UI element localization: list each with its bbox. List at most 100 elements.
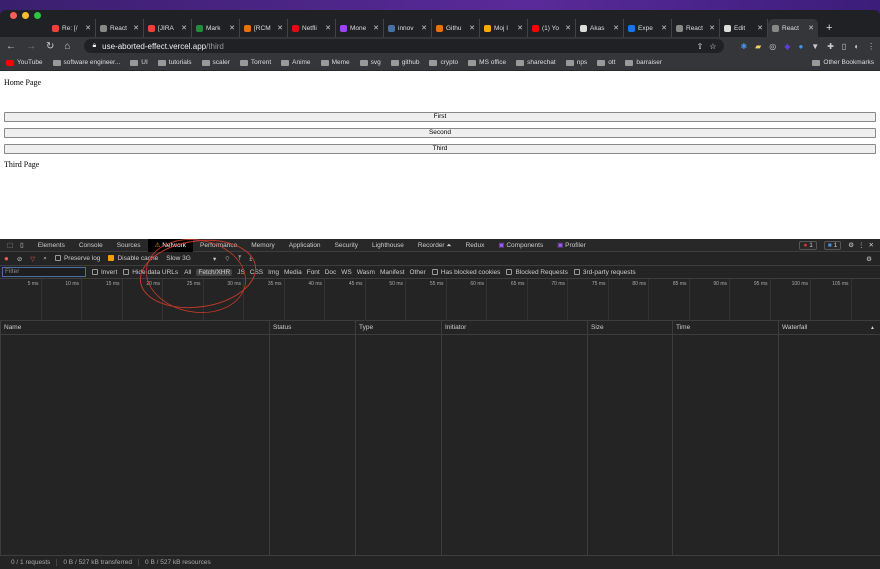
browser-tab[interactable]: Netfli ✕: [288, 19, 336, 37]
close-tab-icon[interactable]: ✕: [517, 24, 523, 32]
close-tab-icon[interactable]: ✕: [661, 24, 667, 32]
extension-icon[interactable]: ✱: [740, 42, 747, 51]
close-tab-icon[interactable]: ✕: [277, 24, 283, 32]
close-tab-icon[interactable]: ✕: [757, 24, 763, 32]
inspect-icon[interactable]: ⬚: [0, 239, 20, 252]
close-window-button[interactable]: [10, 12, 17, 19]
browser-tab[interactable]: [JIRA ✕: [144, 19, 192, 37]
search-icon[interactable]: ⌕: [43, 255, 47, 263]
type-filter-doc[interactable]: Doc: [325, 269, 337, 276]
bookmark-item[interactable]: Meme: [320, 59, 350, 66]
bookmark-item[interactable]: UI: [130, 59, 148, 66]
close-devtools-icon[interactable]: ✕: [869, 241, 874, 249]
close-tab-icon[interactable]: ✕: [421, 24, 427, 32]
invert-checkbox[interactable]: Invert: [92, 269, 117, 276]
bookmark-star-icon[interactable]: ☆: [709, 42, 716, 51]
second-button[interactable]: Second: [4, 128, 876, 138]
column-header-status[interactable]: Status: [269, 321, 355, 335]
bookmark-item[interactable]: barraiser: [625, 59, 662, 66]
bookmark-item[interactable]: svg: [359, 59, 381, 66]
minimize-window-button[interactable]: [22, 12, 29, 19]
type-filter-manifest[interactable]: Manifest: [380, 269, 405, 276]
extension-icon[interactable]: ●: [798, 42, 803, 51]
profile-avatar[interactable]: ◐: [854, 42, 859, 51]
preserve-log-checkbox[interactable]: Preserve log: [54, 255, 100, 262]
message-count-badge[interactable]: ■ 1: [823, 240, 842, 250]
clear-icon[interactable]: ⊘: [17, 255, 22, 263]
extension-icon[interactable]: ▼: [811, 42, 819, 51]
close-tab-icon[interactable]: ✕: [373, 24, 379, 32]
third-button[interactable]: Third: [4, 144, 876, 154]
menu-icon[interactable]: ⋮: [867, 42, 875, 51]
extension-icon[interactable]: ◎: [769, 42, 776, 51]
column-header-name[interactable]: Name: [0, 321, 269, 335]
devtools-tab-recorder[interactable]: Recorder ⏶: [411, 239, 459, 252]
browser-tab[interactable]: React ✕: [96, 19, 144, 37]
network-settings-icon[interactable]: ⚙: [866, 255, 876, 263]
type-filter-media[interactable]: Media: [284, 269, 302, 276]
devtools-tab-application[interactable]: Application: [282, 239, 328, 252]
extension-icon[interactable]: ◆: [784, 42, 790, 51]
close-tab-icon[interactable]: ✕: [85, 24, 91, 32]
close-tab-icon[interactable]: ✕: [709, 24, 715, 32]
device-toggle-icon[interactable]: ▯: [20, 239, 31, 252]
more-icon[interactable]: ⋮: [858, 241, 865, 249]
devtools-tab-console[interactable]: Console: [72, 239, 110, 252]
browser-tab[interactable]: [RCM ✕: [240, 19, 288, 37]
extension-icon[interactable]: ▰: [755, 42, 761, 51]
share-icon[interactable]: ⇧: [697, 42, 704, 51]
blocked-requests-checkbox[interactable]: Blocked Requests: [506, 269, 568, 276]
bookmark-item[interactable]: MS office: [468, 59, 506, 66]
bookmark-item[interactable]: Torrent: [239, 59, 271, 66]
address-bar[interactable]: 🔒︎ use-aborted-effect.vercel.app/third ⇧…: [84, 39, 725, 53]
record-icon[interactable]: ●: [4, 254, 9, 263]
column-header-size[interactable]: Size: [587, 321, 672, 335]
bookmark-item[interactable]: github: [390, 59, 419, 66]
browser-tab[interactable]: (1) Yo ✕: [528, 19, 576, 37]
browser-tab[interactable]: Mark ✕: [192, 19, 240, 37]
column-header-initiator[interactable]: Initiator: [441, 321, 587, 335]
devtools-tab-elements[interactable]: Elements: [31, 239, 72, 252]
browser-tab[interactable]: Mone ✕: [336, 19, 384, 37]
type-filter-img[interactable]: Img: [268, 269, 279, 276]
column-header-waterfall[interactable]: Waterfall: [778, 321, 880, 335]
filter-icon[interactable]: ▽: [30, 255, 35, 263]
browser-tab[interactable]: Re: [/ ✕: [48, 19, 96, 37]
side-panel-icon[interactable]: ▯: [842, 42, 846, 51]
reload-icon[interactable]: ↻: [46, 41, 54, 52]
forward-icon[interactable]: →: [26, 41, 36, 52]
filter-input[interactable]: Filter: [2, 267, 86, 277]
browser-tab[interactable]: Expe ✕: [624, 19, 672, 37]
bookmark-item[interactable]: ott: [597, 59, 615, 66]
type-filter-font[interactable]: Font: [307, 269, 320, 276]
browser-tab[interactable]: React ✕: [768, 19, 818, 37]
close-tab-icon[interactable]: ✕: [325, 24, 331, 32]
browser-tab[interactable]: Akas ✕: [576, 19, 624, 37]
close-tab-icon[interactable]: ✕: [133, 24, 139, 32]
extensions-puzzle-icon[interactable]: ✚: [827, 42, 834, 51]
devtools-tab-profiler[interactable]: ▣ Profiler: [550, 239, 593, 252]
devtools-tab-redux[interactable]: Redux: [459, 239, 492, 252]
browser-tab[interactable]: React ✕: [672, 19, 720, 37]
back-icon[interactable]: ←: [6, 41, 16, 52]
error-count-badge[interactable]: ● 1: [799, 240, 817, 250]
settings-icon[interactable]: ⚙: [848, 241, 854, 249]
home-icon[interactable]: ⌂: [64, 41, 70, 52]
bookmark-item[interactable]: software engineer...: [52, 59, 120, 66]
bookmark-item[interactable]: crypto: [429, 59, 458, 66]
browser-tab[interactable]: innov ✕: [384, 19, 432, 37]
has-blocked-cookies-checkbox[interactable]: Has blocked cookies: [431, 269, 500, 276]
sort-ascending-icon[interactable]: ▲: [870, 321, 875, 335]
bookmark-item[interactable]: tutorials: [157, 59, 192, 66]
devtools-tab-security[interactable]: Security: [328, 239, 365, 252]
new-tab-button[interactable]: +: [818, 19, 840, 37]
close-tab-icon[interactable]: ✕: [181, 24, 187, 32]
column-header-time[interactable]: Time: [672, 321, 778, 335]
bookmark-item[interactable]: sharechat: [516, 59, 556, 66]
close-tab-icon[interactable]: ✕: [229, 24, 235, 32]
browser-tab[interactable]: Edit ✕: [720, 19, 768, 37]
zoom-window-button[interactable]: [34, 12, 41, 19]
bookmark-item[interactable]: YouTube: [6, 59, 43, 66]
browser-tab[interactable]: Moj I ✕: [480, 19, 528, 37]
other-bookmarks[interactable]: Other Bookmarks: [812, 59, 874, 66]
